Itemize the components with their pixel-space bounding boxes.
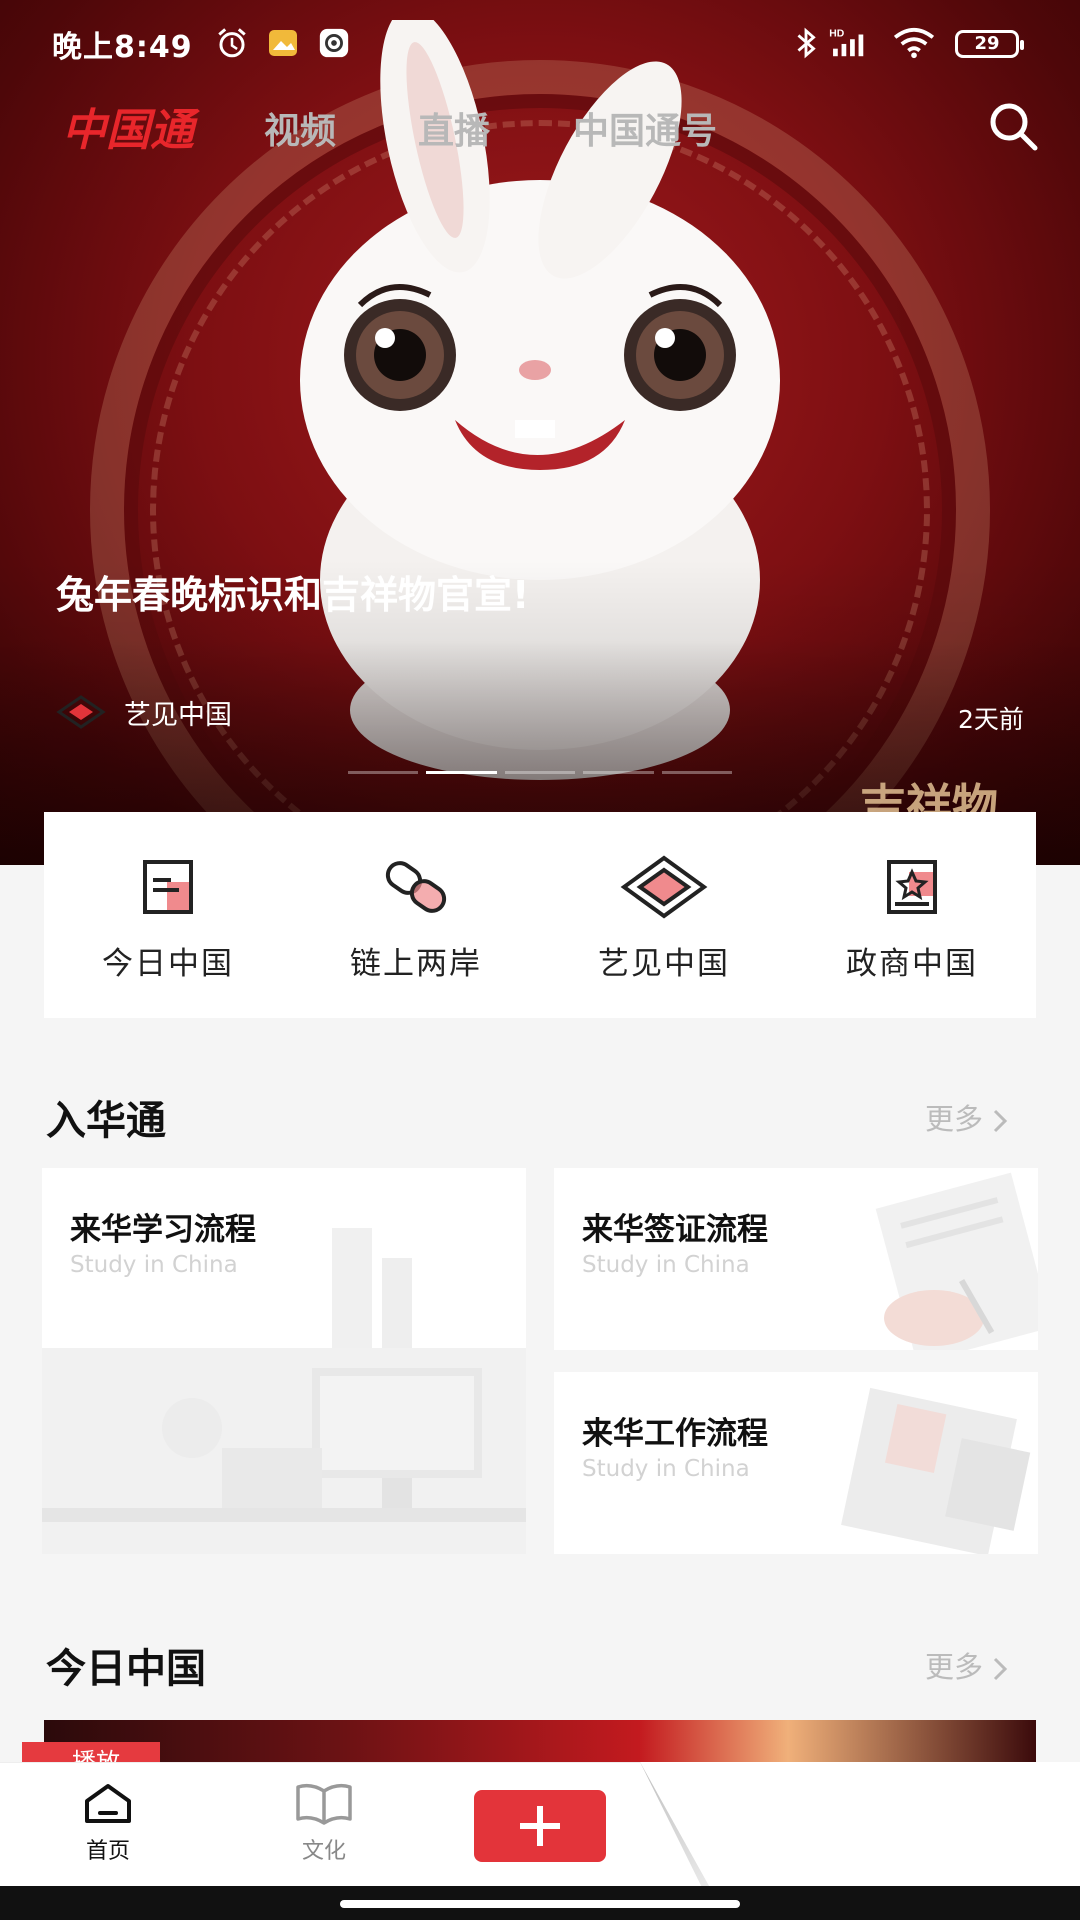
channel-grid: 今日中国 链上两岸 艺见中国 政商中国 [44,812,1036,1018]
hero-source[interactable]: 艺见中国 [56,692,232,732]
more-label: 更多 [925,1102,984,1136]
chevron-right-icon [993,1657,1008,1681]
diamond-pattern-icon [620,855,708,919]
channel-label: 艺见中国 [598,946,730,982]
more-label: 更多 [925,1650,984,1684]
nav-culture[interactable]: 文化 [264,1781,384,1865]
channel-label: 政商中国 [846,946,978,982]
carousel-dot[interactable] [583,771,654,774]
card-subtitle: Study in China [582,1252,750,1278]
document-icon [143,860,193,914]
card-visa[interactable]: 来华签证流程 Study in China [554,1168,1038,1350]
add-button[interactable] [474,1790,606,1862]
hero-title[interactable]: 兔年春晚标识和吉祥物官宣! [56,570,576,620]
nav-home-label: 首页 [85,1839,130,1864]
tab-video[interactable]: 视频 [264,102,336,154]
card-subtitle: Study in China [70,1252,238,1278]
card-title: 来华学习流程 [70,1212,256,1248]
star-frame-icon [887,860,937,914]
top-nav: 中国通 视频 直播 中国通号 [0,90,1080,180]
link-icon [385,861,447,913]
carousel-dot[interactable] [348,771,419,774]
nav-culture-label: 文化 [301,1839,346,1864]
bluetooth-icon [797,27,816,59]
channel-art-china[interactable]: 艺见中国 [540,812,788,1018]
channel-gov-business[interactable]: 政商中国 [788,812,1036,1018]
channel-label: 链上两岸 [350,946,482,982]
nav-home[interactable]: 首页 [48,1781,168,1865]
hero-source-name: 艺见中国 [124,699,232,731]
wifi-icon [893,27,935,59]
card-title: 来华工作流程 [582,1416,768,1452]
carousel-indicator [348,771,733,775]
book-icon [296,1783,352,1825]
status-time: 晚上8:49 [52,30,193,65]
card-study[interactable]: 来华学习流程 Study in China [42,1168,526,1554]
hero-time: 2天前 [958,705,1024,734]
carousel-dot[interactable] [504,771,576,774]
channel-cross-strait[interactable]: 链上两岸 [292,812,540,1018]
svg-text:HD: HD [829,28,844,39]
signal-icon: HD [829,28,864,57]
status-bar: 晚上8:49 HD 29 [0,0,1080,90]
channel-label: 今日中国 [102,946,234,982]
card-work[interactable]: 来华工作流程 Study in China [554,1372,1038,1554]
tab-live[interactable]: 直播 [418,102,490,154]
more-link-ruhua[interactable]: 更多 [925,1096,1009,1138]
section-title-ruhua: 入华通 [46,1098,166,1144]
carousel-dot[interactable] [661,771,733,774]
search-icon[interactable] [985,98,1041,154]
settings-icon [319,28,349,58]
diamond-pattern-icon [56,695,106,729]
card-subtitle: Study in China [582,1456,750,1482]
carousel-dot-active[interactable] [426,771,497,774]
alarm-icon [218,28,246,58]
channel-today-china[interactable]: 今日中国 [44,812,292,1018]
chevron-right-icon [993,1109,1008,1133]
app-logo[interactable]: 中国通 [62,94,194,158]
card-title: 来华签证流程 [582,1212,768,1248]
gallery-icon [269,30,297,56]
home-indicator[interactable] [340,1900,740,1908]
home-icon [85,1784,131,1823]
section-title-today: 今日中国 [46,1646,206,1692]
more-link-today[interactable]: 更多 [925,1644,1009,1686]
battery-icon: 29 [955,30,1024,58]
tab-china-account[interactable]: 中国通号 [573,102,717,154]
